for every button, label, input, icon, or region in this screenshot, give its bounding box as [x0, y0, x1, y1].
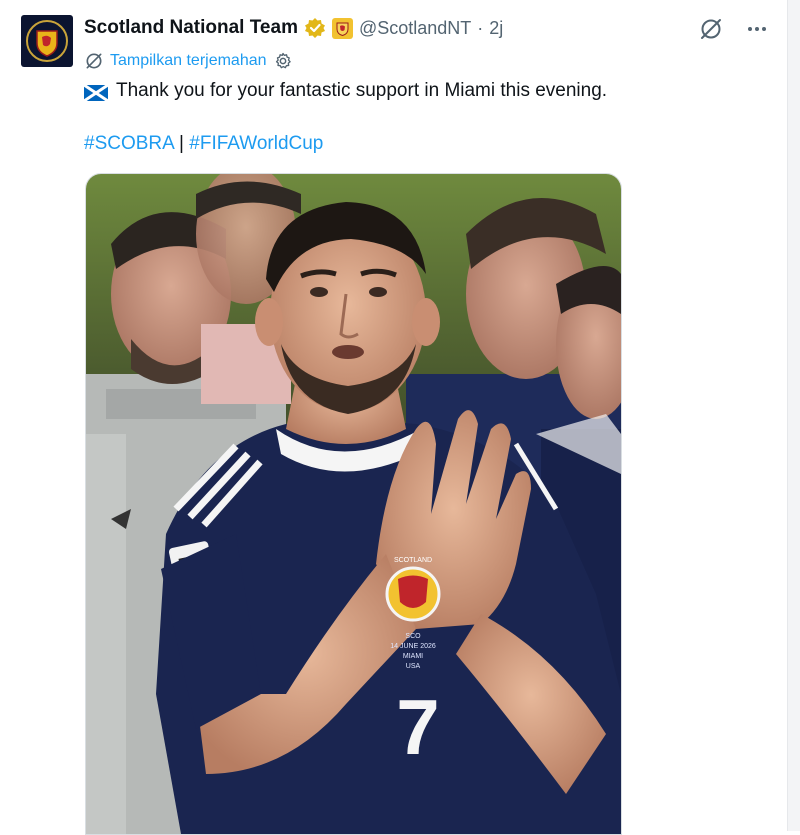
hashtags: #SCOBRA | #FIFAWorldCup: [84, 131, 323, 157]
meta-separator: ·: [477, 17, 484, 38]
handle[interactable]: @ScotlandNT: [359, 18, 471, 39]
more-dots-icon[interactable]: [744, 16, 770, 42]
shirt-match-date: 14 JUNE 2026: [390, 643, 436, 650]
jersey-number: 7: [396, 683, 439, 771]
gear-icon[interactable]: [273, 51, 293, 71]
translate-icon: [86, 53, 102, 69]
affiliate-badge-icon[interactable]: [331, 17, 353, 39]
hashtag-fifaworldcup[interactable]: #FIFAWorldCup: [189, 133, 323, 154]
crest-text: SCOTLAND: [394, 557, 432, 564]
tweet-text: Thank you for your fantastic support in …: [83, 78, 608, 104]
shirt-match-city: MIAMI: [403, 653, 423, 660]
avatar[interactable]: [21, 15, 73, 67]
timestamp[interactable]: 2j: [489, 18, 503, 39]
scotland-crest-icon: [26, 20, 68, 62]
display-name[interactable]: Scotland National Team: [84, 17, 298, 39]
hashtag-separator: |: [179, 133, 184, 154]
tweet-header: Scotland National Team @ScotlandNT · 2j: [84, 14, 503, 42]
scrollbar-track[interactable]: [787, 0, 800, 831]
grok-icon[interactable]: [698, 16, 724, 42]
gold-verified-badge-icon[interactable]: [304, 17, 326, 39]
shirt-match-code: SCO: [405, 633, 421, 640]
scotland-flag-icon: [83, 83, 109, 103]
tweet-photo[interactable]: 2026: [85, 173, 622, 835]
tweet-body: Thank you for your fantastic support in …: [116, 80, 608, 101]
show-translation-link[interactable]: Tampilkan terjemahan: [110, 52, 267, 70]
shirt-match-country: USA: [406, 663, 421, 670]
tweet-actions: [698, 16, 770, 42]
hashtag-scobra[interactable]: #SCOBRA: [84, 133, 174, 154]
translate-row: Tampilkan terjemahan: [84, 51, 293, 71]
